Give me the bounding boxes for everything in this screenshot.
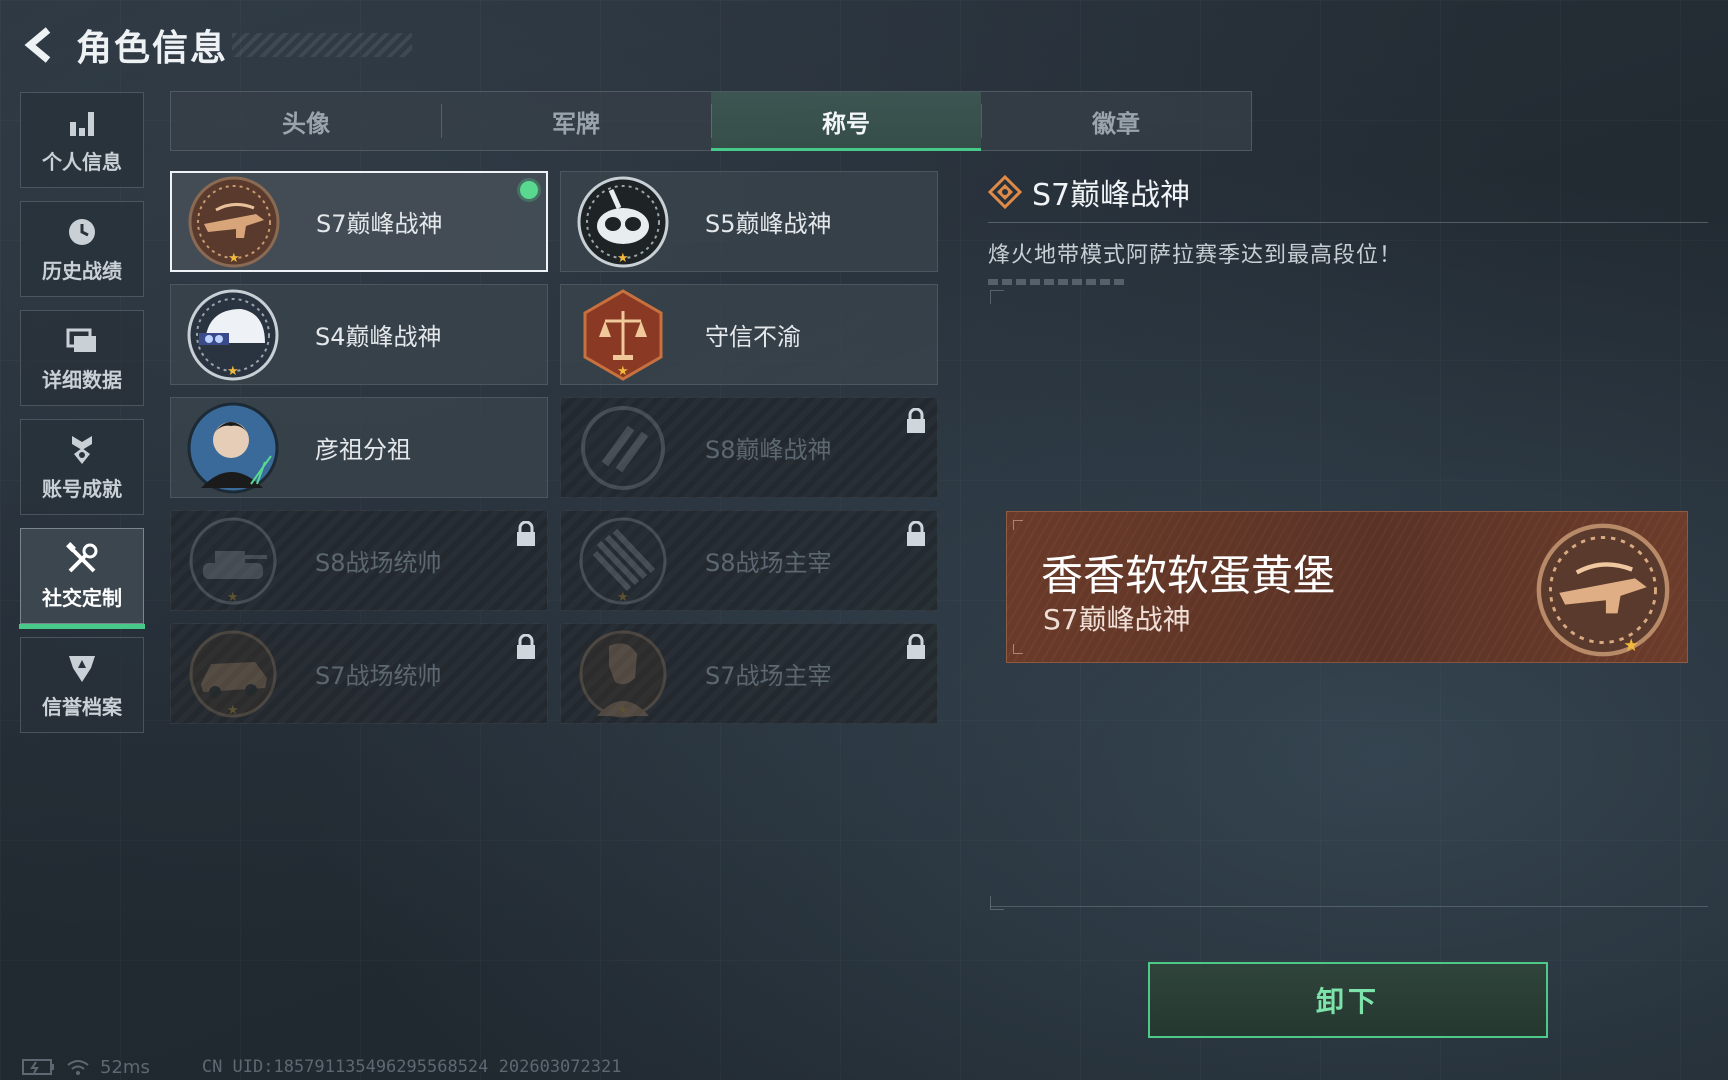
nameplate-title: S7巅峰战神: [1043, 603, 1191, 636]
tools-icon: [65, 541, 99, 576]
ping-value: 52ms: [100, 1056, 150, 1078]
folder-icon: [65, 324, 99, 358]
title-card-name: 彦祖分祖: [315, 436, 411, 464]
title-decoration: [232, 33, 413, 57]
bar-chart-icon: [65, 106, 99, 140]
sidebar-item-label: 详细数据: [42, 367, 122, 392]
corner-mark: [1013, 520, 1023, 530]
sidebar-item-label: 信誉档案: [42, 694, 122, 719]
title-card-name: 守信不渝: [705, 323, 801, 351]
title-card-yanzu[interactable]: 彦祖分祖: [170, 397, 548, 498]
sidebar-item-label: 社交定制: [42, 585, 122, 610]
rifle-badge-icon: ★: [1533, 520, 1673, 660]
sidebar-item-label: 账号成就: [42, 476, 122, 501]
skull-mask-badge-icon: ★: [575, 174, 671, 270]
unequip-button[interactable]: 卸下: [1148, 962, 1548, 1038]
title-card-keep-faith[interactable]: ★ 守信不渝: [560, 284, 938, 385]
title-detail-panel: S7巅峰战神 烽火地带模式阿萨拉赛季达到最高段位！: [988, 170, 1708, 285]
portrait-badge-icon: [185, 400, 281, 496]
divider: [990, 906, 1708, 907]
title-card-s7-peak[interactable]: ★ S7巅峰战神: [170, 171, 548, 272]
sidebar-item-history[interactable]: 历史战绩: [20, 201, 144, 297]
detail-header: S7巅峰战神: [988, 170, 1708, 214]
unequip-label: 卸下: [1315, 985, 1380, 1018]
sidebar-item-detailed-data[interactable]: 详细数据: [20, 310, 144, 406]
divider: [988, 222, 1708, 223]
sidebar: 个人信息 历史战绩 详细数据 账号成就 社交定制 信誉档案: [19, 92, 145, 746]
title-card-s8-peak[interactable]: S8巅峰战神: [560, 397, 938, 498]
lock-icon: [907, 634, 925, 659]
sidebar-item-label: 个人信息: [42, 149, 122, 174]
detail-title: S7巅峰战神: [1032, 178, 1191, 213]
star-icon: ★: [227, 589, 239, 605]
page-title: 角色信息: [76, 28, 229, 69]
helmet-badge-icon: ★: [185, 287, 281, 383]
detail-description: 烽火地带模式阿萨拉赛季达到最高段位！: [988, 243, 1403, 268]
ammo-badge-icon: ★: [575, 513, 671, 609]
uid-text: CN UID:185791135496295568524 20260307232…: [201, 1057, 622, 1077]
title-card-name: S5巅峰战神: [705, 210, 832, 238]
star-icon: ★: [617, 702, 629, 718]
nameplate-preview: 香香软软蛋黄堡 S7巅峰战神 ★: [1006, 511, 1688, 663]
title-card-name: S7战场统帅: [315, 662, 442, 690]
history-icon: [65, 215, 99, 249]
title-card-name: S7巅峰战神: [316, 210, 443, 238]
title-card-name: S8巅峰战神: [705, 436, 832, 464]
lock-icon: [517, 634, 535, 659]
equipped-indicator: [520, 181, 538, 199]
star-icon: ★: [617, 589, 629, 605]
rifle-badge-icon: ★: [186, 174, 282, 270]
status-bar: 52ms CN UID:185791135496295568524 202603…: [22, 1056, 621, 1078]
title-card-name: S8战场统帅: [315, 549, 442, 577]
title-card-s8-commander[interactable]: ★ S8战场统帅: [170, 510, 548, 611]
soldier-badge-icon: ★: [575, 626, 671, 722]
title-card-name: S7战场主宰: [705, 662, 832, 690]
star-icon: ★: [617, 363, 629, 379]
slash-badge-icon: [575, 400, 671, 496]
sidebar-item-label: 历史战绩: [42, 258, 122, 283]
star-icon: ★: [228, 250, 240, 266]
tab-avatar[interactable]: 头像: [171, 92, 441, 150]
lock-icon: [907, 408, 925, 433]
tab-badge[interactable]: 徽章: [981, 92, 1251, 150]
sidebar-item-achievements[interactable]: 账号成就: [20, 419, 144, 515]
title-card-name: S8战场主宰: [705, 549, 832, 577]
sidebar-item-social-custom[interactable]: 社交定制: [19, 528, 145, 629]
title-card-name: S4巅峰战神: [315, 323, 442, 351]
title-card-s7-commander[interactable]: ★ S7战场统帅: [170, 623, 548, 724]
achievement-icon: [65, 433, 99, 467]
back-button[interactable]: [18, 23, 62, 67]
back-arrow-icon: [24, 27, 51, 63]
header: 角色信息: [18, 20, 413, 70]
title-card-s7-dominator[interactable]: ★ S7战场主宰: [560, 623, 938, 724]
vehicle-badge-icon: ★: [185, 626, 281, 722]
tab-dog-tag[interactable]: 军牌: [441, 92, 711, 150]
nameplate-player-name: 香香软软蛋黄堡: [1041, 551, 1336, 600]
reputation-icon: [65, 651, 99, 685]
title-card-s4-peak[interactable]: ★ S4巅峰战神: [170, 284, 548, 385]
tank-badge-icon: ★: [185, 513, 281, 609]
battery-icon: [22, 1059, 54, 1075]
lock-icon: [907, 521, 925, 546]
title-list: ★ S7巅峰战神 ★ S5巅峰战神 ★ S4巅峰战神 ★ 守信不渝 彦祖分祖 S…: [170, 171, 938, 724]
star-icon: ★: [227, 363, 239, 379]
tab-title[interactable]: 称号: [711, 92, 981, 151]
decoration-dots: [988, 279, 1124, 285]
scales-badge-icon: ★: [575, 287, 671, 383]
corner-mark: [1013, 644, 1023, 654]
title-card-s8-dominator[interactable]: ★ S8战场主宰: [560, 510, 938, 611]
star-icon: ★: [617, 250, 629, 266]
category-tabs: 头像 军牌 称号 徽章: [170, 91, 1252, 151]
diamond-title-icon: [988, 175, 1022, 209]
title-card-s5-peak[interactable]: ★ S5巅峰战神: [560, 171, 938, 272]
sidebar-item-reputation[interactable]: 信誉档案: [20, 637, 144, 733]
sidebar-item-personal-info[interactable]: 个人信息: [20, 92, 144, 188]
svg-text:★: ★: [1623, 636, 1639, 656]
lock-icon: [517, 521, 535, 546]
star-icon: ★: [227, 702, 239, 718]
wifi-icon: [67, 1060, 89, 1075]
